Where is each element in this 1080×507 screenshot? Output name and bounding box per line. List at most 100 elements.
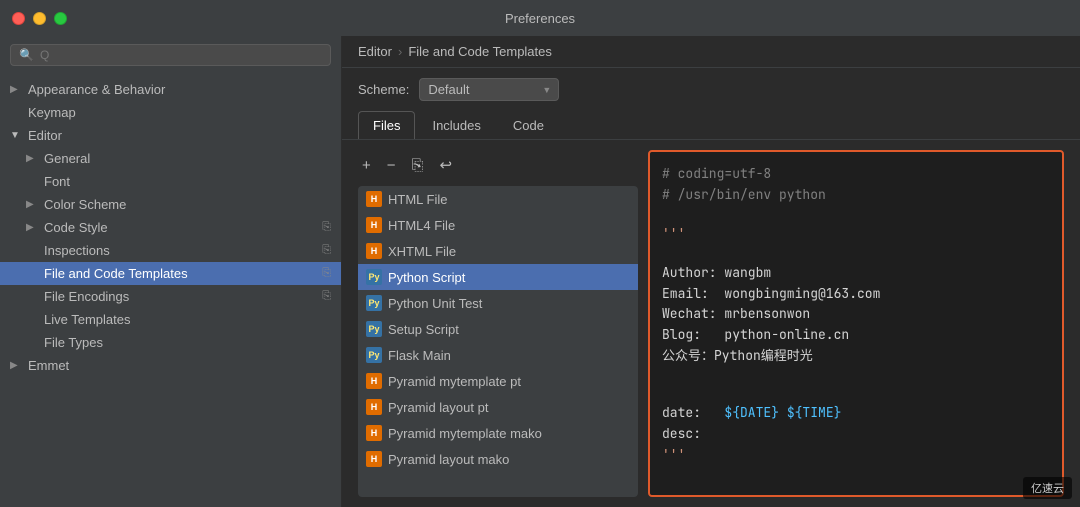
add-button[interactable]: + xyxy=(358,155,375,176)
file-item-label: HTML File xyxy=(388,192,447,207)
code-line: Email: wongbingming@163.com xyxy=(662,284,1050,305)
code-line: 公众号：Python编程时光 xyxy=(662,346,1050,367)
file-item-label: Flask Main xyxy=(388,348,451,363)
file-item-label: XHTML File xyxy=(388,244,456,259)
code-line xyxy=(662,385,1050,403)
sidebar-item-label: Live Templates xyxy=(44,312,130,327)
sidebar-item-editor[interactable]: ▼ Editor xyxy=(0,124,341,147)
sidebar-item-keymap[interactable]: Keymap xyxy=(0,101,341,124)
copy-icon: ⎘ xyxy=(322,267,331,280)
code-line: # /usr/bin/env python xyxy=(662,185,1050,206)
search-input-wrap[interactable]: 🔍 xyxy=(10,44,331,66)
sidebar-item-label: Appearance & Behavior xyxy=(28,82,165,97)
watermark: 亿速云 xyxy=(1023,477,1072,499)
sidebar-item-font[interactable]: Font xyxy=(0,170,341,193)
code-line: Author: wangbm xyxy=(662,263,1050,284)
file-icon: H xyxy=(366,373,382,389)
breadcrumb-separator: › xyxy=(398,44,402,59)
copy-icon: ⎘ xyxy=(322,290,331,303)
sidebar-item-label: File and Code Templates xyxy=(44,266,188,281)
file-icon: Py xyxy=(366,347,382,363)
file-item-label: Setup Script xyxy=(388,322,459,337)
arrow-icon: ▶ xyxy=(26,153,38,164)
file-item-flask-main[interactable]: Py Flask Main xyxy=(358,342,638,368)
file-icon: Py xyxy=(366,321,382,337)
sidebar-item-label: Keymap xyxy=(28,105,76,120)
sidebar-item-color-scheme[interactable]: ▶Color Scheme xyxy=(0,193,341,216)
file-item-xhtml-file[interactable]: H XHTML File xyxy=(358,238,638,264)
tabs-bar: FilesIncludesCode xyxy=(342,111,1080,140)
code-line: # coding=utf-8 xyxy=(662,164,1050,185)
file-item-pyramid-mytemplate-pt[interactable]: HPyramid mytemplate pt xyxy=(358,368,638,394)
code-line: Wechat: mrbensonwon xyxy=(662,304,1050,325)
file-icon: H xyxy=(366,425,382,441)
sidebar-item-code-style[interactable]: ▶ Code Style ⎘ xyxy=(0,216,341,239)
code-line: date: ${DATE} ${TIME} xyxy=(662,403,1050,424)
tab-includes[interactable]: Includes xyxy=(417,111,495,139)
file-icon: H xyxy=(366,243,382,259)
code-line: ''' xyxy=(662,224,1050,245)
reset-button[interactable]: ↩ xyxy=(436,154,457,176)
sidebar-item-live-templates[interactable]: Live Templates xyxy=(0,308,341,331)
file-item-html-file[interactable]: H HTML File xyxy=(358,186,638,212)
right-panel: Editor › File and Code Templates Scheme:… xyxy=(342,36,1080,507)
minimize-button[interactable] xyxy=(33,12,46,25)
sidebar-item-inspections[interactable]: Inspections ⎘ xyxy=(0,239,341,262)
code-line: Blog: python-online.cn xyxy=(662,325,1050,346)
file-item-pyramid-layout-pt[interactable]: H Pyramid layout pt xyxy=(358,394,638,420)
code-line xyxy=(662,206,1050,224)
code-line: desc: xyxy=(662,424,1050,445)
arrow-icon: ▶ xyxy=(26,222,38,233)
arrow-icon: ▼ xyxy=(10,130,22,141)
sidebar-item-general[interactable]: ▶ General xyxy=(0,147,341,170)
file-icon: H xyxy=(366,399,382,415)
sidebar-item-label: Editor xyxy=(28,128,62,143)
file-item-label: Pyramid layout pt xyxy=(388,400,488,415)
title-bar: Preferences xyxy=(0,0,1080,36)
copy-icon: ⎘ xyxy=(322,221,331,234)
sidebar-item-label: General xyxy=(44,151,90,166)
template-var: ${TIME} xyxy=(787,404,842,421)
window-title: Preferences xyxy=(505,11,575,26)
file-item-setup-script[interactable]: Py Setup Script xyxy=(358,316,638,342)
tab-files[interactable]: Files xyxy=(358,111,415,139)
sidebar-item-file-encodings[interactable]: File Encodings ⎘ xyxy=(0,285,341,308)
sidebar-item-label: Code Style xyxy=(44,220,108,235)
scheme-select-wrap[interactable]: Default xyxy=(419,78,559,101)
search-icon: 🔍 xyxy=(19,48,34,62)
file-item-label: Python Script xyxy=(388,270,465,285)
sidebar-item-label: Emmet xyxy=(28,358,69,373)
scheme-label: Scheme: xyxy=(358,82,409,97)
file-item-pyramid-layout-mako[interactable]: H Pyramid layout mako xyxy=(358,446,638,472)
file-item-python-unit-test[interactable]: PyPython Unit Test xyxy=(358,290,638,316)
sidebar-item-label: Color Scheme xyxy=(44,197,126,212)
sidebar-item-label: File Encodings xyxy=(44,289,129,304)
sidebar-item-emmet[interactable]: ▶ Emmet xyxy=(0,354,341,377)
close-button[interactable] xyxy=(12,12,25,25)
sidebar-item-file-and-code-templates[interactable]: File and Code Templates ⎘ xyxy=(0,262,341,285)
breadcrumb-editor: Editor xyxy=(358,44,392,59)
scheme-bar: Scheme: Default xyxy=(342,68,1080,111)
maximize-button[interactable] xyxy=(54,12,67,25)
file-icon: H xyxy=(366,451,382,467)
file-item-label: Pyramid layout mako xyxy=(388,452,509,467)
remove-button[interactable]: − xyxy=(383,155,400,176)
window-controls[interactable] xyxy=(12,12,67,25)
arrow-icon: ▶ xyxy=(10,360,22,371)
copy-icon: ⎘ xyxy=(322,244,331,257)
file-item-html4-file[interactable]: HHTML4 File xyxy=(358,212,638,238)
file-icon: H xyxy=(366,191,382,207)
search-input[interactable] xyxy=(40,48,322,62)
editor-area: + − ⎘ ↩ H HTML File HHTML4 File H XHTML File… xyxy=(342,140,1080,507)
file-item-python-script[interactable]: PyPython Script xyxy=(358,264,638,290)
sidebar-item-file-types[interactable]: File Types xyxy=(0,331,341,354)
code-editor[interactable]: # coding=utf-8# /usr/bin/env python ''' … xyxy=(648,150,1064,497)
sidebar-item-appearance[interactable]: ▶Appearance & Behavior xyxy=(0,78,341,101)
file-item-pyramid-mytemplate-mako[interactable]: HPyramid mytemplate mako xyxy=(358,420,638,446)
sidebar-item-label: Inspections xyxy=(44,243,110,258)
template-var: ${DATE} xyxy=(724,404,779,421)
scheme-select[interactable]: Default xyxy=(419,78,559,101)
tab-code[interactable]: Code xyxy=(498,111,559,139)
file-item-label: Python Unit Test xyxy=(388,296,482,311)
copy-button[interactable]: ⎘ xyxy=(408,155,428,176)
